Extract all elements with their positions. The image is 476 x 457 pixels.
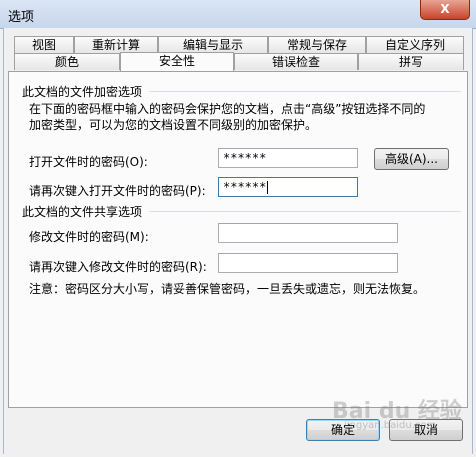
- tab-view[interactable]: 视图: [14, 36, 74, 53]
- encryption-section-title: 此文档的文件加密选项: [22, 85, 143, 99]
- tab-recalculate[interactable]: 重新计算: [74, 36, 158, 53]
- confirm-modify-password-label: 请再次键入修改文件时的密码(R):: [29, 260, 207, 274]
- open-password-label: 打开文件时的密码(O):: [29, 155, 148, 169]
- tab-security[interactable]: 安全性: [120, 52, 234, 71]
- section-divider: [149, 91, 461, 92]
- text-caret: [267, 181, 269, 194]
- baidu-watermark-url: jingyan.baidu.com: [344, 420, 437, 431]
- encryption-description-line1: 在下面的密码框中输入的密码会保护您的文档，点击“高级”按钮选择不同的: [29, 102, 426, 116]
- confirm-open-password-value: ******: [223, 180, 267, 194]
- sharing-section-title: 此文档的文件共享选项: [22, 205, 143, 219]
- security-panel: 此文档的文件加密选项 在下面的密码框中输入的密码会保护您的文档，点击“高级”按钮…: [8, 71, 468, 408]
- window-title: 选项: [8, 10, 35, 25]
- close-button[interactable]: X: [420, 0, 470, 20]
- advanced-button[interactable]: 高级(A)...: [374, 148, 449, 170]
- section-divider: [149, 211, 461, 212]
- modify-password-label: 修改文件时的密码(M):: [29, 230, 149, 244]
- title-bar: 选项 X: [0, 0, 476, 29]
- modify-password-input[interactable]: [218, 223, 398, 243]
- case-sensitivity-note: 注意：密码区分大小写，请妥善保管密码，一旦丢失或遗忘，则无法恢复。: [29, 282, 426, 296]
- tab-custom-lists[interactable]: 自定义序列: [366, 36, 464, 53]
- tab-general-save[interactable]: 常规与保存: [268, 36, 366, 53]
- open-password-input[interactable]: ******: [218, 148, 358, 168]
- tab-error-checking[interactable]: 错误检查: [234, 53, 358, 70]
- confirm-open-password-label: 请再次键入打开文件时的密码(P):: [29, 184, 206, 198]
- confirm-modify-password-input[interactable]: [218, 253, 398, 273]
- tab-edit-display[interactable]: 编辑与显示: [158, 36, 268, 53]
- tab-spelling[interactable]: 拼写: [358, 53, 464, 70]
- tab-color[interactable]: 颜色: [14, 53, 120, 70]
- confirm-open-password-input[interactable]: ******: [218, 177, 358, 197]
- encryption-description-line2: 加密类型，可以为您的文档设置不同级别的加密保护。: [29, 118, 318, 132]
